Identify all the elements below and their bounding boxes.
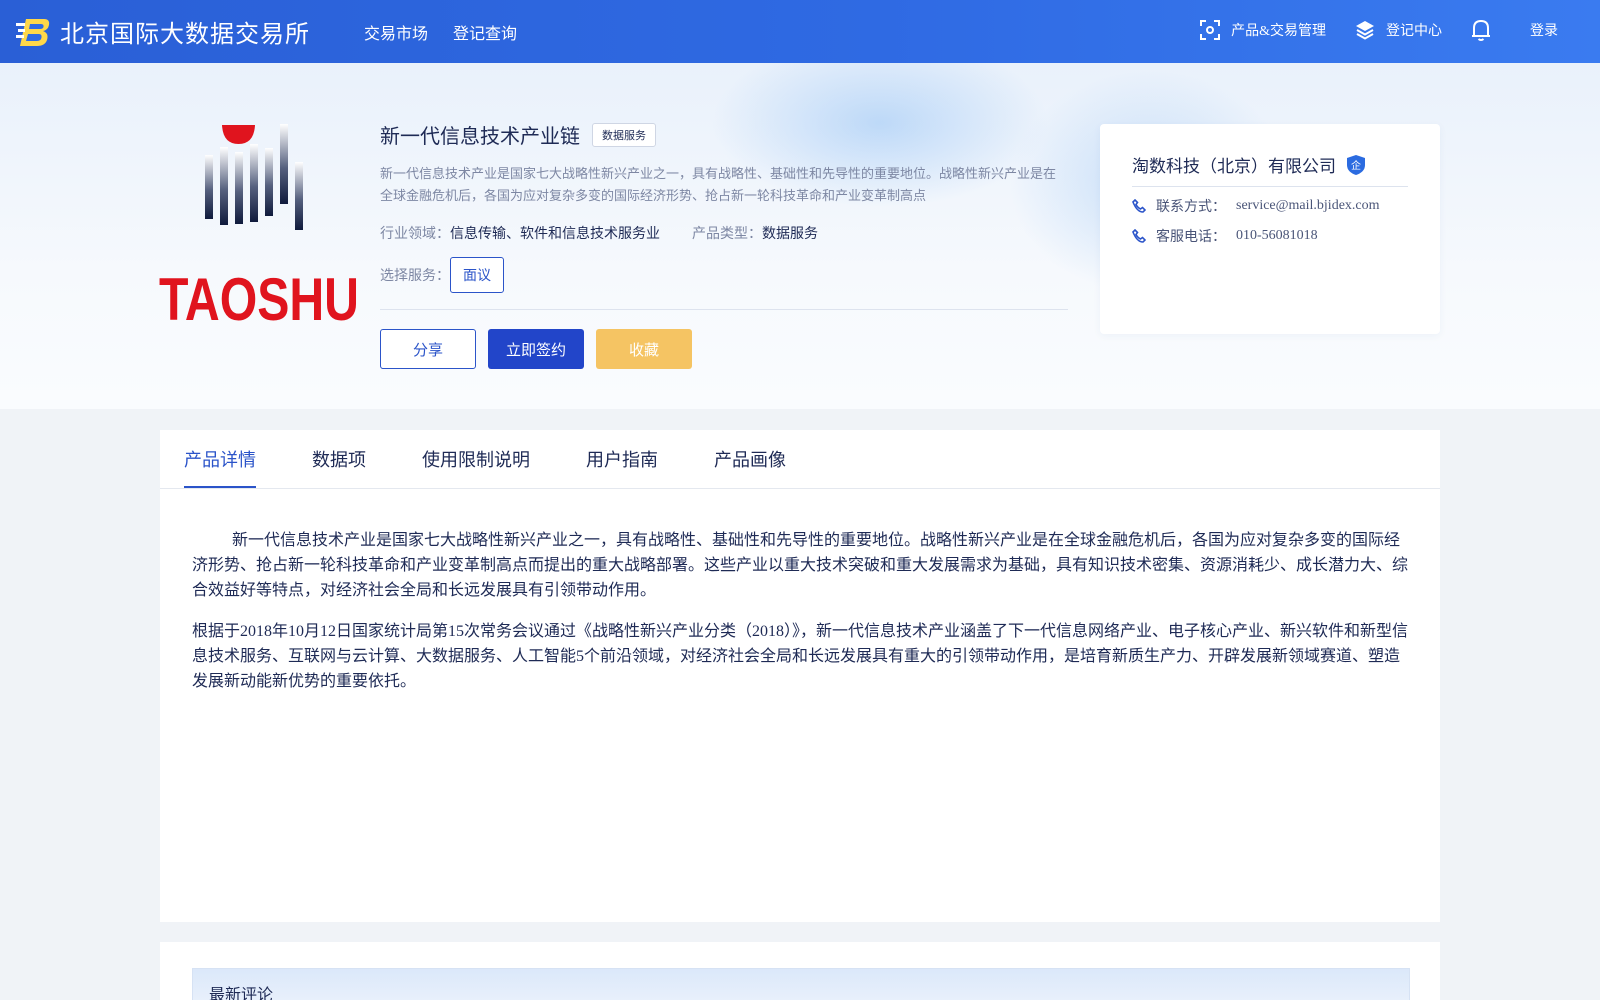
product-summary: 新一代信息技术产业是国家七大战略性新兴产业之一，具有战略性、基础性和先导性的重要… [380, 166, 1057, 203]
product-tag: 数据服务 [592, 122, 656, 147]
action-buttons: 分享 立即签约 收藏 [380, 329, 1068, 369]
contact-email-row: 联系方式： service@mail.bjidex.com [1132, 196, 1380, 216]
comments-panel: 最新评论 [160, 942, 1440, 1000]
user-nav: 产品&交易管理 登记中心 登录 [1171, 18, 1558, 42]
product-detail-panel: 产品详情 数据项 使用限制说明 用户指南 产品画像 新一代信息技术产业是国家七大… [160, 430, 1440, 922]
product-logo-text: TAOSHU [159, 266, 359, 327]
tab-product-profile[interactable]: 产品画像 [714, 430, 786, 488]
brand-name: 北京国际大数据交易所 [60, 21, 310, 48]
share-button[interactable]: 分享 [380, 329, 476, 369]
product-logo: TAOSHU [159, 124, 359, 327]
layers-icon [1356, 21, 1374, 40]
contact-phone-row: 客服电话： 010-56081018 [1132, 226, 1318, 246]
info-divider [380, 309, 1068, 310]
comments-header: 最新评论 [192, 968, 1410, 1000]
product-detail-content: 新一代信息技术产业是国家七大战略性新兴产业之一，具有战略性、基础性和先导性的重要… [192, 528, 1410, 710]
product-trade-management-link[interactable]: 产品&交易管理 [1199, 19, 1326, 41]
main-nav: 交易市场 登记查询 [364, 20, 517, 44]
nav-item-registry-query[interactable]: 登记查询 [453, 20, 517, 44]
registry-center-link[interactable]: 登记中心 [1354, 19, 1442, 41]
tab-product-details[interactable]: 产品详情 [184, 430, 256, 488]
comments-title: 最新评论 [209, 987, 274, 1000]
phone-icon [1132, 229, 1146, 243]
enterprise-certified-icon: 企 [1347, 154, 1365, 175]
card-divider [1132, 186, 1408, 187]
detail-paragraph-1: 新一代信息技术产业是国家七大战略性新兴产业之一，具有战略性、基础性和先导性的重要… [192, 532, 1409, 599]
service-option-negotiable[interactable]: 面议 [450, 257, 504, 293]
exchange-logo-icon [16, 18, 50, 46]
top-navigation-bar: 北京国际大数据交易所 交易市场 登记查询 产品&交易管理 登记中心 登录 [0, 0, 1600, 63]
company-name[interactable]: 淘数科技（北京）有限公司 [1132, 152, 1336, 177]
service-phone: 010-56081018 [1236, 228, 1318, 243]
industry-value: 信息传输、软件和信息技术服务业 [450, 225, 660, 241]
product-type-value: 数据服务 [762, 225, 818, 241]
title-row: 新一代信息技术产业链 数据服务 [380, 120, 1068, 149]
product-type-label: 产品类型： [692, 225, 762, 241]
service-label: 选择服务： [380, 267, 450, 283]
nav-item-market[interactable]: 交易市场 [364, 20, 428, 44]
contact-email[interactable]: service@mail.bjidex.com [1236, 198, 1380, 214]
notifications-button[interactable] [1470, 18, 1502, 42]
service-selector: 选择服务： 面议 [380, 257, 1068, 293]
product-trade-management-label: 产品&交易管理 [1231, 24, 1326, 39]
sign-now-button[interactable]: 立即签约 [488, 329, 584, 369]
bell-icon [1472, 19, 1490, 41]
detail-tabs: 产品详情 数据项 使用限制说明 用户指南 产品画像 [184, 430, 842, 488]
tab-user-guide[interactable]: 用户指南 [586, 430, 658, 488]
svg-text:企: 企 [1351, 159, 1361, 172]
company-name-row: 淘数科技（北京）有限公司 企 [1132, 152, 1366, 177]
login-label: 登录 [1530, 24, 1558, 39]
industry-label: 行业领域： [380, 225, 450, 241]
registry-center-label: 登记中心 [1386, 24, 1442, 39]
company-card: 淘数科技（北京）有限公司 企 联系方式： service@mail.bjidex… [1100, 124, 1440, 334]
favorite-button[interactable]: 收藏 [596, 329, 692, 369]
product-meta: 行业领域： 信息传输、软件和信息技术服务业 产品类型： 数据服务 [380, 223, 1068, 243]
contact-label: 联系方式： [1156, 198, 1226, 214]
tab-usage-restrictions[interactable]: 使用限制说明 [422, 430, 530, 488]
phone-icon [1132, 199, 1146, 213]
login-link[interactable]: 登录 [1530, 20, 1558, 40]
product-info: 新一代信息技术产业链 数据服务 新一代信息技术产业是国家七大战略性新兴产业之一，… [380, 120, 1068, 369]
brand[interactable]: 北京国际大数据交易所 [16, 14, 310, 49]
detail-paragraph-2: 根据于2018年10月12日国家统计局第15次常务会议通过《战略性新兴产业分类（… [192, 623, 1409, 690]
phone-label: 客服电话： [1156, 228, 1226, 244]
product-title: 新一代信息技术产业链 [380, 126, 580, 148]
tab-data-items[interactable]: 数据项 [312, 430, 366, 488]
tabs-divider [160, 488, 1440, 489]
scan-focus-icon [1200, 20, 1221, 40]
